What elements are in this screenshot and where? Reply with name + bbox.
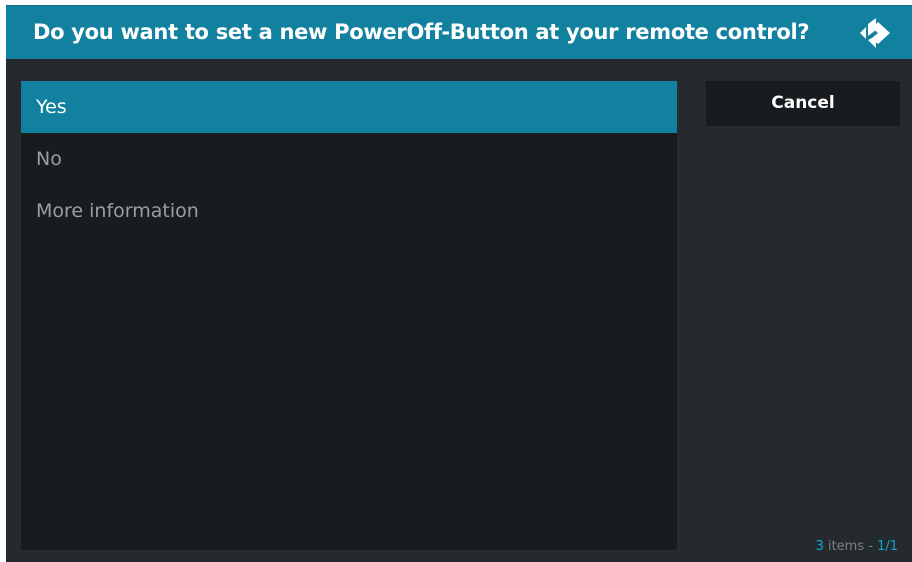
list-item-more-information[interactable]: More information (21, 185, 677, 237)
kodi-logo-icon (860, 18, 890, 48)
item-count-number: 3 (815, 539, 824, 554)
cancel-button[interactable]: Cancel (706, 81, 900, 126)
page-indicator: 1/1 (877, 539, 898, 554)
dialog-title: Do you want to set a new PowerOff-Button… (33, 20, 810, 44)
item-count-label: items - (823, 539, 878, 554)
list-item-no[interactable]: No (21, 133, 677, 185)
dialog-header: Do you want to set a new PowerOff-Button… (6, 5, 912, 59)
cancel-button-label: Cancel (771, 93, 835, 113)
list-item-yes[interactable]: Yes (21, 81, 677, 133)
list-item-label: More information (36, 200, 199, 222)
list-item-label: No (36, 148, 62, 170)
options-list: Yes No More information (21, 81, 677, 550)
dialog: Do you want to set a new PowerOff-Button… (6, 5, 912, 562)
item-count: 3 items - 1/1 (816, 538, 898, 556)
list-item-label: Yes (36, 96, 67, 118)
